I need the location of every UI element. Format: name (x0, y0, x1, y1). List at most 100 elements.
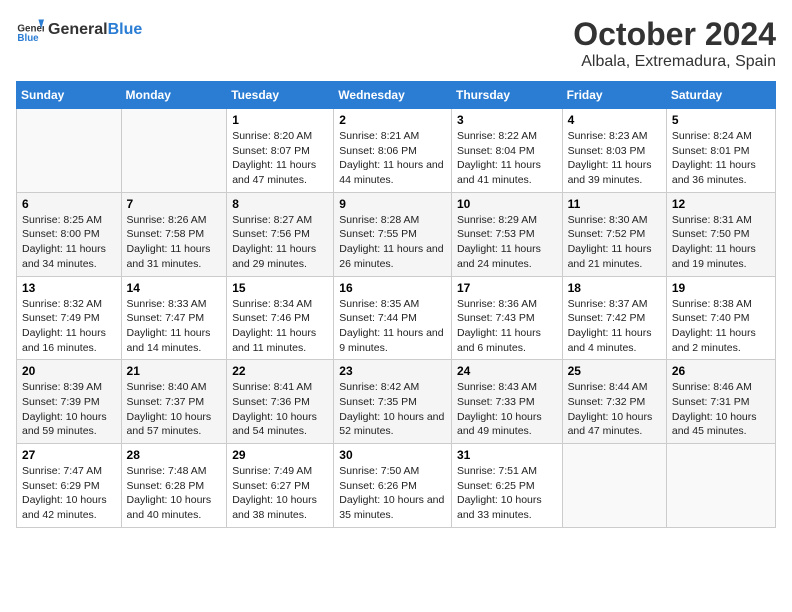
calendar-cell: 15Sunrise: 8:34 AM Sunset: 7:46 PM Dayli… (227, 276, 334, 360)
day-number: 15 (232, 281, 328, 295)
day-number: 28 (127, 448, 222, 462)
day-number: 24 (457, 364, 557, 378)
calendar-week-row: 1 Sunrise: 8:20 AM Sunset: 8:07 PM Daylig… (17, 109, 776, 193)
calendar-cell: 30 Sunrise: 7:50 AM Sunset: 6:26 PM Dayli… (334, 444, 452, 528)
day-info: Sunrise: 8:31 AM Sunset: 7:50 PM Dayligh… (672, 213, 770, 272)
calendar-cell: 4 Sunrise: 8:23 AM Sunset: 8:03 PM Daylig… (562, 109, 666, 193)
calendar-cell: 3Sunrise: 8:22 AM Sunset: 8:04 PM Daylig… (451, 109, 562, 193)
day-number: 27 (22, 448, 116, 462)
day-number: 6 (22, 197, 116, 211)
day-number: 1 (232, 113, 328, 127)
calendar-cell: 6 Sunrise: 8:25 AM Sunset: 8:00 PM Daylig… (17, 192, 122, 276)
weekday-header-wednesday: Wednesday (334, 82, 452, 109)
calendar-cell: 22Sunrise: 8:41 AM Sunset: 7:36 PM Dayli… (227, 360, 334, 444)
day-info: Sunrise: 8:43 AM Sunset: 7:33 PM Dayligh… (457, 380, 557, 439)
day-number: 17 (457, 281, 557, 295)
day-info: Sunrise: 8:23 AM Sunset: 8:03 PM Dayligh… (568, 129, 661, 188)
day-info: Sunrise: 8:33 AM Sunset: 7:47 PM Dayligh… (127, 297, 222, 356)
calendar-cell: 28 Sunrise: 7:48 AM Sunset: 6:28 PM Dayli… (121, 444, 227, 528)
calendar-cell: 19 Sunrise: 8:38 AM Sunset: 7:40 PM Dayli… (666, 276, 775, 360)
day-number: 31 (457, 448, 557, 462)
day-info: Sunrise: 8:32 AM Sunset: 7:49 PM Dayligh… (22, 297, 116, 356)
logo-blue-text: Blue (108, 21, 143, 38)
day-number: 10 (457, 197, 557, 211)
day-number: 8 (232, 197, 328, 211)
calendar-cell (121, 109, 227, 193)
calendar-cell (562, 444, 666, 528)
day-number: 29 (232, 448, 328, 462)
day-info: Sunrise: 8:46 AM Sunset: 7:31 PM Dayligh… (672, 380, 770, 439)
calendar-table: SundayMondayTuesdayWednesdayThursdayFrid… (16, 81, 776, 528)
page-header: General Blue GeneralBlue October 2024 Al… (16, 16, 776, 71)
day-number: 3 (457, 113, 557, 127)
day-number: 23 (339, 364, 446, 378)
calendar-cell: 9 Sunrise: 8:28 AM Sunset: 7:55 PM Daylig… (334, 192, 452, 276)
day-info: Sunrise: 8:20 AM Sunset: 8:07 PM Dayligh… (232, 129, 328, 188)
day-number: 18 (568, 281, 661, 295)
day-number: 5 (672, 113, 770, 127)
calendar-cell (666, 444, 775, 528)
calendar-cell: 14 Sunrise: 8:33 AM Sunset: 7:47 PM Dayli… (121, 276, 227, 360)
day-info: Sunrise: 7:47 AM Sunset: 6:29 PM Dayligh… (22, 464, 116, 523)
day-number: 11 (568, 197, 661, 211)
location-title: Albala, Extremadura, Spain (573, 53, 776, 71)
day-number: 13 (22, 281, 116, 295)
day-number: 22 (232, 364, 328, 378)
day-info: Sunrise: 8:37 AM Sunset: 7:42 PM Dayligh… (568, 297, 661, 356)
day-info: Sunrise: 8:38 AM Sunset: 7:40 PM Dayligh… (672, 297, 770, 356)
day-info: Sunrise: 7:51 AM Sunset: 6:25 PM Dayligh… (457, 464, 557, 523)
calendar-cell: 20 Sunrise: 8:39 AM Sunset: 7:39 PM Dayli… (17, 360, 122, 444)
calendar-cell: 2Sunrise: 8:21 AM Sunset: 8:06 PM Daylig… (334, 109, 452, 193)
calendar-cell: 13 Sunrise: 8:32 AM Sunset: 7:49 PM Dayli… (17, 276, 122, 360)
day-info: Sunrise: 8:44 AM Sunset: 7:32 PM Dayligh… (568, 380, 661, 439)
day-info: Sunrise: 7:49 AM Sunset: 6:27 PM Dayligh… (232, 464, 328, 523)
weekday-header-thursday: Thursday (451, 82, 562, 109)
day-info: Sunrise: 8:40 AM Sunset: 7:37 PM Dayligh… (127, 380, 222, 439)
weekday-header-friday: Friday (562, 82, 666, 109)
calendar-week-row: 20 Sunrise: 8:39 AM Sunset: 7:39 PM Dayli… (17, 360, 776, 444)
day-number: 9 (339, 197, 446, 211)
weekday-header-sunday: Sunday (17, 82, 122, 109)
logo-general-text: GeneralBlue (48, 21, 142, 39)
day-info: Sunrise: 7:50 AM Sunset: 6:26 PM Dayligh… (339, 464, 446, 523)
day-info: Sunrise: 8:39 AM Sunset: 7:39 PM Dayligh… (22, 380, 116, 439)
day-info: Sunrise: 8:28 AM Sunset: 7:55 PM Dayligh… (339, 213, 446, 272)
calendar-cell: 1 Sunrise: 8:20 AM Sunset: 8:07 PM Daylig… (227, 109, 334, 193)
calendar-cell: 21 Sunrise: 8:40 AM Sunset: 7:37 PM Dayli… (121, 360, 227, 444)
calendar-cell: 8 Sunrise: 8:27 AM Sunset: 7:56 PM Daylig… (227, 192, 334, 276)
calendar-cell: 23Sunrise: 8:42 AM Sunset: 7:35 PM Dayli… (334, 360, 452, 444)
calendar-week-row: 13 Sunrise: 8:32 AM Sunset: 7:49 PM Dayli… (17, 276, 776, 360)
weekday-header-monday: Monday (121, 82, 227, 109)
title-area: October 2024 Albala, Extremadura, Spain (573, 16, 776, 71)
calendar-cell: 10Sunrise: 8:29 AM Sunset: 7:53 PM Dayli… (451, 192, 562, 276)
day-number: 21 (127, 364, 222, 378)
day-info: Sunrise: 8:35 AM Sunset: 7:44 PM Dayligh… (339, 297, 446, 356)
logo: General Blue GeneralBlue (16, 16, 142, 44)
day-number: 26 (672, 364, 770, 378)
day-info: Sunrise: 8:26 AM Sunset: 7:58 PM Dayligh… (127, 213, 222, 272)
month-title: October 2024 (573, 16, 776, 53)
weekday-header-row: SundayMondayTuesdayWednesdayThursdayFrid… (17, 82, 776, 109)
calendar-cell: 31 Sunrise: 7:51 AM Sunset: 6:25 PM Dayli… (451, 444, 562, 528)
calendar-cell: 11 Sunrise: 8:30 AM Sunset: 7:52 PM Dayli… (562, 192, 666, 276)
day-info: Sunrise: 8:27 AM Sunset: 7:56 PM Dayligh… (232, 213, 328, 272)
day-info: Sunrise: 8:36 AM Sunset: 7:43 PM Dayligh… (457, 297, 557, 356)
day-info: Sunrise: 7:48 AM Sunset: 6:28 PM Dayligh… (127, 464, 222, 523)
calendar-week-row: 27 Sunrise: 7:47 AM Sunset: 6:29 PM Dayli… (17, 444, 776, 528)
calendar-week-row: 6 Sunrise: 8:25 AM Sunset: 8:00 PM Daylig… (17, 192, 776, 276)
day-info: Sunrise: 8:30 AM Sunset: 7:52 PM Dayligh… (568, 213, 661, 272)
calendar-cell: 29 Sunrise: 7:49 AM Sunset: 6:27 PM Dayli… (227, 444, 334, 528)
day-number: 20 (22, 364, 116, 378)
day-number: 4 (568, 113, 661, 127)
weekday-header-saturday: Saturday (666, 82, 775, 109)
calendar-cell: 17 Sunrise: 8:36 AM Sunset: 7:43 PM Dayli… (451, 276, 562, 360)
day-number: 12 (672, 197, 770, 211)
weekday-header-tuesday: Tuesday (227, 82, 334, 109)
day-number: 30 (339, 448, 446, 462)
day-info: Sunrise: 8:25 AM Sunset: 8:00 PM Dayligh… (22, 213, 116, 272)
day-number: 19 (672, 281, 770, 295)
calendar-cell: 24 Sunrise: 8:43 AM Sunset: 7:33 PM Dayli… (451, 360, 562, 444)
day-number: 14 (127, 281, 222, 295)
svg-text:Blue: Blue (17, 33, 39, 44)
day-number: 7 (127, 197, 222, 211)
